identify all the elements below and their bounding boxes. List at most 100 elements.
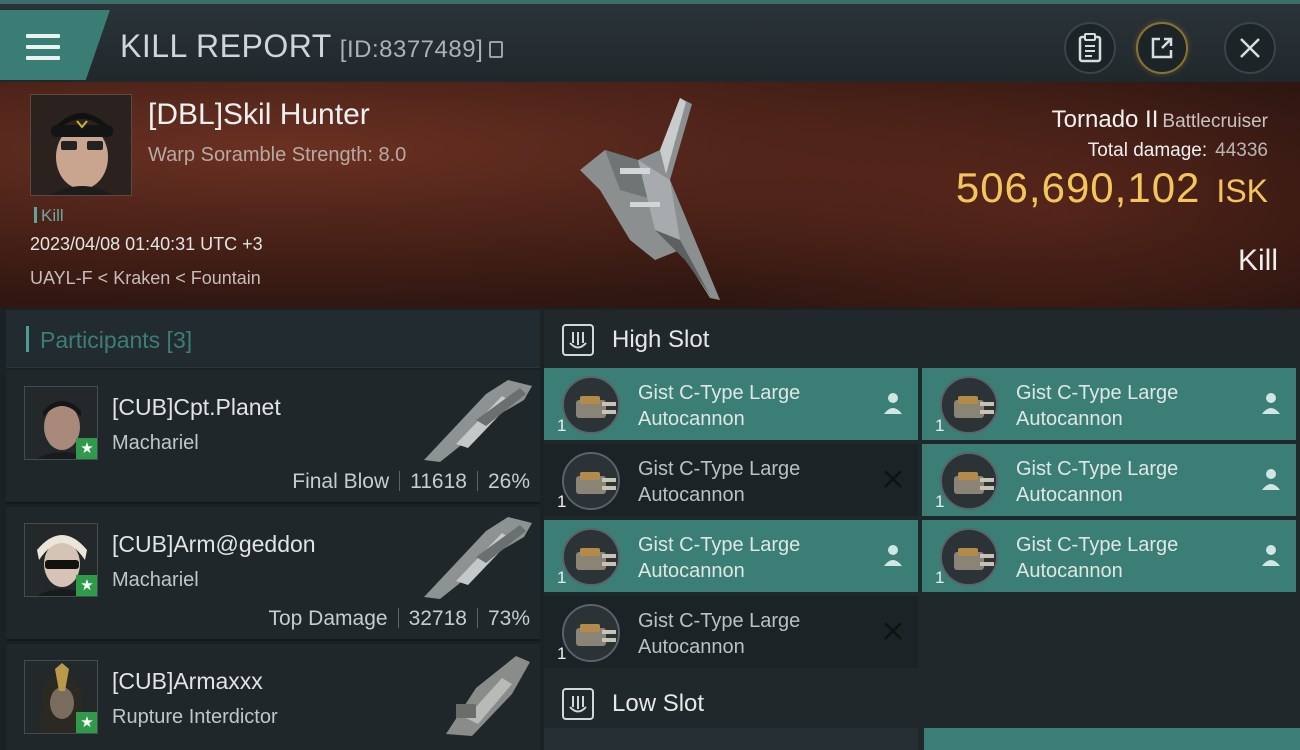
module-tile[interactable]: 1 Gist C-Type Large Autocannon (544, 444, 918, 516)
autocannon-icon (562, 376, 620, 434)
ship-class: Battlecruiser (1162, 111, 1268, 132)
participant-row[interactable]: ★ [CUB]Arm@geddon Machariel Top Damage 32… (6, 507, 540, 641)
module-quantity: 1 (557, 644, 567, 663)
participant-name[interactable]: [CUB]Arm@geddon (112, 531, 316, 558)
participants-panel: Participants [3] ★ [CUB]Cpt.Planet Macha… (6, 310, 540, 750)
autocannon-icon (562, 604, 620, 662)
copy-icon[interactable] (489, 41, 504, 58)
close-button[interactable] (1224, 22, 1276, 74)
module-name-line2: Autocannon (638, 484, 745, 506)
share-button[interactable] (1136, 22, 1188, 74)
clipboard-button[interactable] (1064, 22, 1116, 74)
result-label: Kill (1237, 244, 1278, 277)
module-name-line2: Autocannon (638, 636, 745, 658)
isk-unit: ISK (1216, 173, 1268, 209)
module-name-line1: Gist C-Type Large (638, 382, 801, 404)
avatar[interactable]: ★ (24, 660, 98, 734)
participant-ship: Machariel (112, 569, 199, 591)
title-text: KILL REPORT (120, 28, 332, 64)
module-name-line1: Gist C-Type Large (1016, 534, 1179, 556)
autocannon-icon (562, 528, 620, 586)
module-name: Gist C-Type Large Autocannon (638, 380, 858, 432)
participant-row[interactable]: ★ [CUB]Cpt.Planet Machariel Final Blow 11… (6, 370, 540, 504)
ship-name[interactable]: Tornado II (1052, 106, 1159, 133)
module-name-line2: Autocannon (1016, 408, 1123, 430)
module-name-line1: Gist C-Type Large (1016, 382, 1179, 404)
autocannon-icon (562, 452, 620, 510)
participants-header: Participants [3] (6, 310, 540, 368)
pilot-icon (1262, 469, 1280, 490)
module-tile[interactable]: 1 Gist C-Type Large Autocannon (544, 368, 918, 440)
menu-button[interactable] (0, 10, 110, 80)
module-tile[interactable]: 1 Gist C-Type Large Autocannon (922, 520, 1296, 592)
high-slot-title: High Slot (612, 326, 710, 353)
module-name: Gist C-Type Large Autocannon (1016, 456, 1236, 508)
destroyed-x-icon (884, 470, 902, 488)
low-slot-module-peek[interactable] (544, 728, 918, 750)
module-name: Gist C-Type Large Autocannon (638, 456, 858, 508)
module-name: Gist C-Type Large Autocannon (1016, 532, 1236, 584)
damage-percent: 26% (487, 470, 530, 493)
low-slot-header: Low Slot (544, 674, 1300, 732)
module-quantity: 1 (557, 568, 567, 587)
star-icon: ★ (76, 575, 97, 596)
destroyed-x-icon (884, 622, 902, 640)
participant-ship-image[interactable] (416, 374, 536, 464)
stat-label: Final Blow (292, 470, 390, 493)
module-name: Gist C-Type Large Autocannon (1016, 380, 1236, 432)
stat-label: Top Damage (268, 607, 388, 630)
module-quantity: 1 (935, 416, 945, 435)
avatar[interactable]: ★ (24, 523, 98, 597)
module-name-line2: Autocannon (1016, 484, 1123, 506)
report-id: [ID:8377489] (339, 36, 484, 63)
autocannon-icon (940, 452, 998, 510)
participant-ship-image[interactable] (416, 511, 536, 601)
module-tile[interactable]: 1 Gist C-Type Large Autocannon (544, 520, 918, 592)
module-tile[interactable]: 1 Gist C-Type Large Autocannon (544, 596, 918, 668)
kill-tag: Kill (34, 206, 64, 226)
module-name-line2: Autocannon (638, 408, 745, 430)
isk-value: 506,690,102 (955, 164, 1201, 211)
total-damage-value: 44336 (1215, 140, 1268, 161)
victim-name[interactable]: [DBL]Skil Hunter (148, 98, 370, 132)
avatar[interactable]: ★ (24, 386, 98, 460)
slot-icon (562, 324, 594, 356)
participant-stats: Final Blow 11618 26% (292, 470, 530, 494)
victim-avatar[interactable] (30, 94, 132, 196)
low-slot-module-peek[interactable] (924, 728, 1300, 750)
module-tile[interactable]: 1 Gist C-Type Large Autocannon (922, 444, 1296, 516)
module-tile[interactable]: 1 Gist C-Type Large Autocannon (922, 368, 1296, 440)
page-title: KILL REPORT [ID:8377489] (120, 28, 504, 65)
portrait-image (31, 95, 131, 195)
slot-icon (562, 688, 594, 720)
autocannon-icon (940, 376, 998, 434)
pilot-icon (1262, 393, 1280, 414)
participant-ship-image[interactable] (416, 648, 536, 738)
menu-icon (26, 32, 62, 62)
victim-ship-image[interactable] (560, 90, 760, 300)
fitting-panel: High Slot 1 Gist C-Type Large Autocannon 1 G… (544, 310, 1300, 750)
pilot-icon (1262, 545, 1280, 566)
damage-percent: 73% (487, 607, 530, 630)
module-name-line2: Autocannon (1016, 560, 1123, 582)
module-name-line1: Gist C-Type Large (638, 534, 801, 556)
damage-value: 32718 (408, 607, 467, 630)
kill-location[interactable]: UAYL-F < Kraken < Fountain (30, 268, 261, 289)
header-bar: KILL REPORT [ID:8377489] (0, 0, 1300, 82)
module-name: Gist C-Type Large Autocannon (638, 532, 858, 584)
clipboard-icon (1078, 33, 1102, 63)
close-icon (1240, 38, 1260, 58)
high-slot-header: High Slot (544, 310, 1300, 368)
module-quantity: 1 (935, 568, 945, 587)
module-quantity: 1 (557, 492, 567, 511)
participant-row[interactable]: ★ [CUB]Armaxxx Rupture Interdictor (6, 644, 540, 750)
participant-stats: Top Damage 32718 73% (268, 607, 530, 631)
star-icon: ★ (76, 438, 97, 459)
kill-timestamp: 2023/04/08 01:40:31 UTC +3 (30, 234, 263, 254)
participant-name[interactable]: [CUB]Armaxxx (112, 668, 263, 695)
share-icon (1151, 37, 1173, 59)
pilot-icon (884, 393, 902, 414)
participant-ship: Machariel (112, 432, 199, 454)
participant-name[interactable]: [CUB]Cpt.Planet (112, 394, 281, 421)
participants-title: Participants [3] (40, 327, 193, 353)
